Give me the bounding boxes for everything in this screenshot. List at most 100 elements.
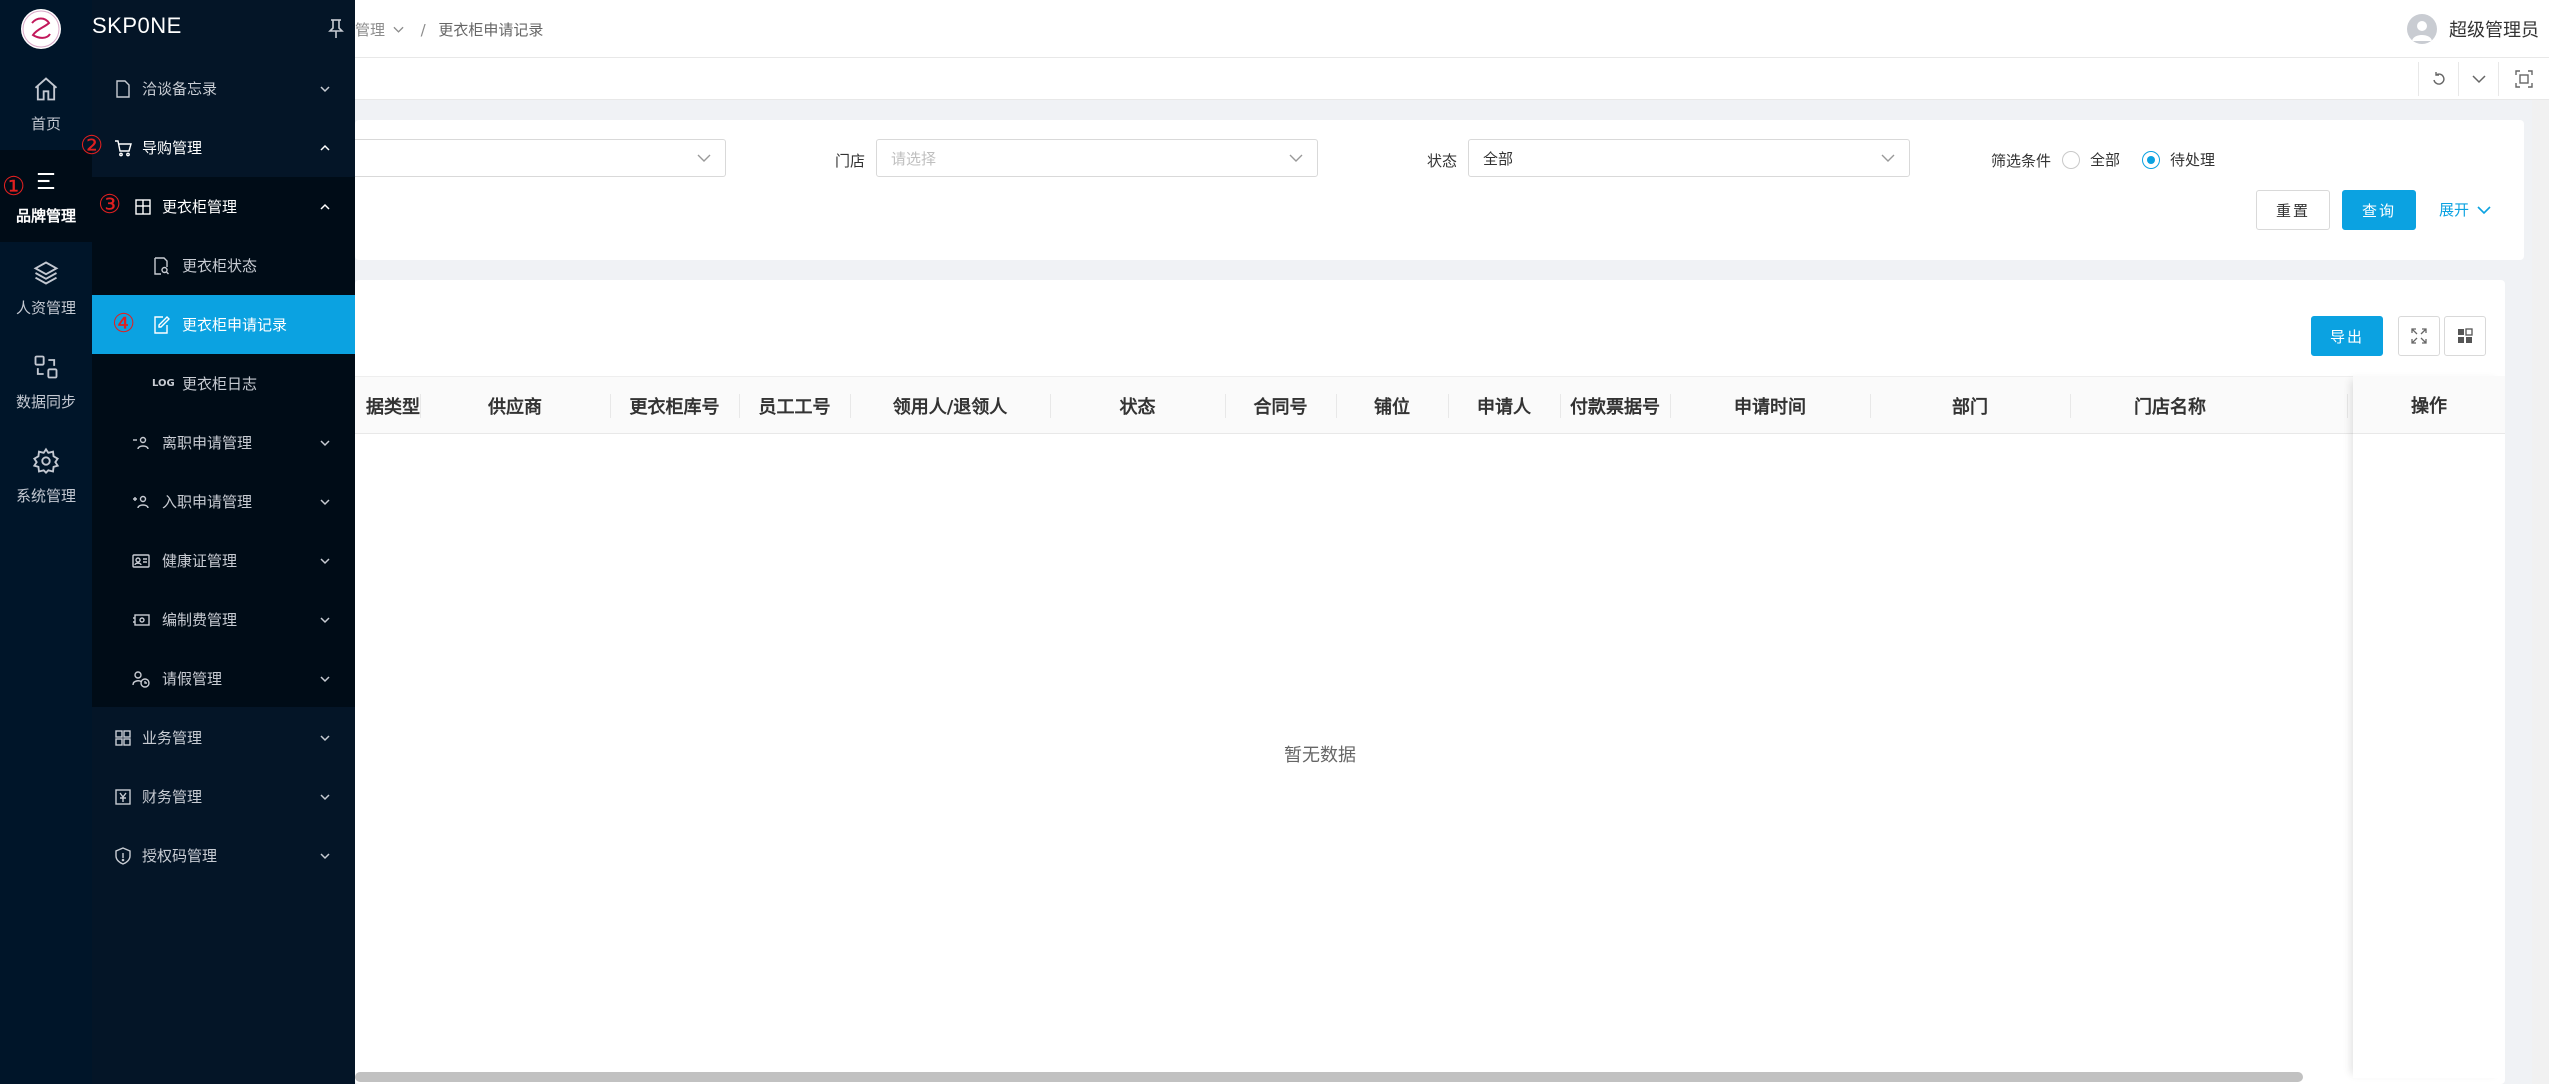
col-header: 门店名称 (2134, 397, 2206, 418)
table-card: 导出 据类型 供应商 更衣柜库号 员工工号 领用人/退领人 状态 合同号 铺位 … (355, 280, 2505, 1084)
chevron-down-icon (2471, 75, 2486, 84)
menu-label-onboard: 入职申请管理 (162, 493, 253, 511)
menu-label-guide: 导购管理 (142, 139, 203, 157)
annotation-1: ① (2, 172, 26, 202)
menu-label-locker-log: 更衣柜日志 (182, 375, 258, 393)
user-clock-icon (132, 670, 150, 688)
sync-icon (34, 355, 58, 378)
tabs-bar (355, 58, 2549, 100)
annotation-4: ④ (112, 309, 136, 339)
menu-label-finance: 财务管理 (142, 788, 203, 806)
menu-item-locker-log[interactable]: LOG 更衣柜日志 (92, 354, 355, 413)
columns-icon (2458, 328, 2473, 343)
filter-pending-radio[interactable]: 待处理 (2142, 149, 2215, 170)
radio-dot-selected (2142, 150, 2160, 169)
breadcrumb-parent[interactable]: 管理 (355, 21, 385, 39)
col-header: 申请人 (1477, 397, 1531, 418)
breadcrumb-current: 更衣柜申请记录 (438, 21, 544, 39)
chevron-up-icon (320, 144, 330, 151)
rail-item-sync[interactable]: 数据同步 (0, 336, 92, 428)
col-header: 供应商 (488, 397, 542, 418)
col-header: 员工工号 (758, 397, 831, 418)
menu-item-business[interactable]: 业务管理 (92, 708, 355, 767)
brand-logo-icon (22, 10, 60, 48)
chevron-down-icon (320, 675, 330, 682)
user-menu[interactable]: 超级管理员 (2407, 14, 2539, 44)
menu-item-finance[interactable]: 财务管理 (92, 767, 355, 826)
refresh-button[interactable] (2418, 62, 2458, 96)
query-button[interactable]: 查询 (2342, 190, 2416, 230)
rail-label-brand: 品牌管理 (15, 206, 76, 225)
menu-item-staffing[interactable]: 编制费管理 (92, 590, 355, 649)
expand-label: 展开 (2439, 201, 2470, 219)
menu-item-onboard[interactable]: 入职申请管理 (92, 472, 355, 531)
menu-item-health[interactable]: 健康证管理 (92, 531, 355, 590)
menu-item-memo[interactable]: 洽谈备忘录 (92, 59, 355, 118)
shield-icon (115, 846, 131, 865)
col-header: 申请时间 (1734, 397, 1806, 418)
edit-document-icon (154, 315, 170, 334)
id-card-icon (132, 553, 150, 568)
annotation-2: ② (80, 131, 104, 161)
grid-icon (115, 729, 131, 746)
fullscreen-button[interactable] (2498, 62, 2549, 96)
filter-pending-label: 待处理 (2170, 151, 2216, 169)
col-header: 部门 (1952, 397, 1988, 418)
money-icon (133, 613, 150, 626)
col-header: 状态 (1119, 397, 1156, 418)
reset-button[interactable]: 重置 (2256, 190, 2330, 230)
gear-icon (32, 447, 60, 474)
first-filter-select[interactable] (355, 139, 726, 177)
cart-icon (115, 139, 132, 156)
menu-item-locker-status[interactable]: 更衣柜状态 (92, 236, 355, 295)
col-header-action: 操作 (2353, 376, 2505, 434)
avatar (2407, 14, 2437, 44)
expand-link[interactable]: 展开 (2439, 199, 2491, 220)
vertical-scrollbar[interactable] (2532, 100, 2549, 1084)
user-name: 超级管理员 (2449, 20, 2539, 41)
status-select[interactable]: 全部 (1468, 139, 1910, 177)
menu-item-leave[interactable]: 请假管理 (92, 649, 355, 708)
menu-item-resign[interactable]: 离职申请管理 (92, 413, 355, 472)
chevron-down-icon (320, 793, 330, 800)
chevron-up-icon (320, 203, 330, 210)
rail-item-hr[interactable]: 人资管理 (0, 242, 92, 334)
store-select[interactable]: 请选择 (876, 139, 1318, 177)
col-header: 领用人/退领人 (892, 397, 1008, 418)
radio-dot (2062, 150, 2080, 169)
brand: SKP0NE (0, 0, 355, 58)
column-settings-button[interactable] (2444, 316, 2486, 356)
menu-label-business: 业务管理 (142, 729, 203, 747)
menu-item-locker[interactable]: 更衣柜管理 (92, 177, 355, 236)
layers-icon (33, 260, 59, 285)
chevron-down-icon (320, 439, 330, 446)
locker-icon (135, 198, 151, 215)
export-button[interactable]: 导出 (2311, 316, 2383, 356)
chevron-down-icon (320, 616, 330, 623)
rail-label-sync: 数据同步 (15, 392, 76, 411)
left-rail: 首页 品牌管理 人资管理 数据同步 系统管理 (0, 0, 92, 1084)
annotation-3: ③ (98, 190, 122, 220)
status-value: 全部 (1483, 149, 1514, 168)
rail-item-system[interactable]: 系统管理 (0, 430, 92, 522)
table-header: 据类型 供应商 更衣柜库号 员工工号 领用人/退领人 状态 合同号 铺位 申请人… (355, 376, 2505, 434)
fullscreen-icon (2515, 70, 2533, 88)
store-placeholder: 请选择 (891, 149, 937, 168)
chevron-down-icon (320, 557, 330, 564)
chevron-down-icon (320, 734, 330, 741)
chevron-down-icon (697, 154, 711, 162)
fullscreen-table-button[interactable] (2398, 316, 2440, 356)
finance-icon (115, 788, 131, 805)
menu-item-auth[interactable]: 授权码管理 (92, 826, 355, 885)
status-label: 状态 (1427, 152, 1458, 170)
tabs-dropdown-button[interactable] (2458, 62, 2498, 96)
breadcrumb: 管理 / 更衣柜申请记录 (355, 19, 543, 40)
filter-all-radio[interactable]: 全部 (2062, 149, 2120, 170)
breadcrumb-separator: / (420, 21, 426, 39)
horizontal-scrollbar[interactable] (355, 1072, 2303, 1082)
pin-icon[interactable] (326, 18, 346, 40)
refresh-icon (2432, 72, 2445, 85)
rail-item-home[interactable]: 首页 (0, 58, 92, 150)
column-divider (2347, 394, 2348, 418)
menu-item-guide[interactable]: 导购管理 (92, 118, 355, 177)
